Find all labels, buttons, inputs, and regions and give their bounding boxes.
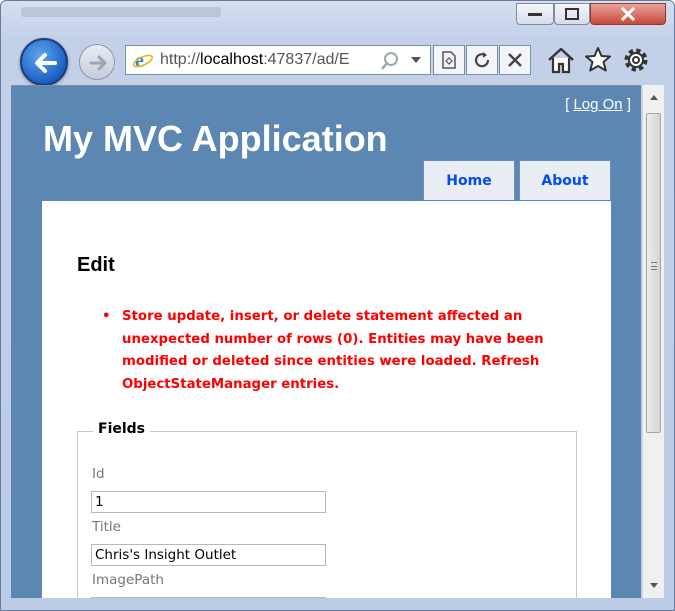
close-icon <box>620 7 636 21</box>
validation-summary: Store update, insert, or delete statemen… <box>102 306 572 396</box>
compatibility-view-button[interactable] <box>433 45 465 75</box>
forward-arrow-icon <box>89 55 107 71</box>
main-content: Edit Store update, insert, or delete sta… <box>42 201 611 598</box>
home-icon[interactable] <box>546 45 576 75</box>
id-input[interactable]: 1 <box>91 491 326 513</box>
browser-window: e http://localhost:47837/ad/E [Log On]… <box>0 0 675 611</box>
forward-button[interactable] <box>79 44 115 80</box>
search-icon[interactable] <box>380 51 400 71</box>
refresh-icon <box>474 52 490 68</box>
scroll-up-icon <box>650 95 658 100</box>
dropdown-icon[interactable] <box>410 55 422 65</box>
refresh-button[interactable] <box>466 45 498 75</box>
fieldset-legend: Fields <box>93 421 151 437</box>
logon-link[interactable]: Log On <box>573 96 622 113</box>
ie-logo-icon: e <box>132 50 154 71</box>
imagepath-label: ImagePath <box>92 572 164 588</box>
logon-area: [ Log On ] <box>565 96 631 113</box>
page-heading: Edit <box>77 254 115 276</box>
scrollbar-grip-icon <box>651 262 657 270</box>
back-button[interactable] <box>20 38 68 86</box>
close-window-button[interactable] <box>590 3 666 25</box>
title-input[interactable]: Chris's Insight Outlet <box>91 544 326 566</box>
title-label: Title <box>92 519 121 535</box>
titlebar-tabs-blurred <box>21 7 221 17</box>
scroll-up-button[interactable] <box>643 87 664 107</box>
logon-bracket-open: [ <box>565 96 570 113</box>
favorites-star-icon[interactable] <box>583 45 613 75</box>
imagepath-input[interactable] <box>91 597 326 598</box>
stop-button[interactable] <box>499 45 531 75</box>
scroll-down-icon <box>650 583 658 588</box>
minimize-icon <box>528 13 542 16</box>
maximize-button[interactable] <box>554 3 590 25</box>
scrollbar-thumb[interactable] <box>646 113 661 433</box>
address-bar[interactable]: e http://localhost:47837/ad/E <box>125 45 431 75</box>
id-label: Id <box>92 466 105 482</box>
menu-tab-home[interactable]: Home <box>423 160 515 200</box>
tools-gear-icon[interactable] <box>621 45 651 75</box>
app-title: My MVC Application <box>43 118 388 159</box>
page-viewport: [ Log On ] My MVC Application Home About… <box>11 85 641 598</box>
minimize-button[interactable] <box>516 3 554 25</box>
address-url[interactable]: http://localhost:47837/ad/E <box>160 51 368 69</box>
stop-icon <box>508 53 522 67</box>
menu-tab-about[interactable]: About <box>519 160 611 200</box>
scroll-down-button[interactable] <box>643 576 664 596</box>
validation-error-item: Store update, insert, or delete statemen… <box>102 306 572 396</box>
vertical-scrollbar[interactable] <box>642 85 664 598</box>
maximize-icon <box>565 8 579 20</box>
compatibility-view-icon <box>442 51 456 69</box>
back-arrow-icon <box>35 53 57 73</box>
logon-bracket-close: ] <box>626 96 631 113</box>
